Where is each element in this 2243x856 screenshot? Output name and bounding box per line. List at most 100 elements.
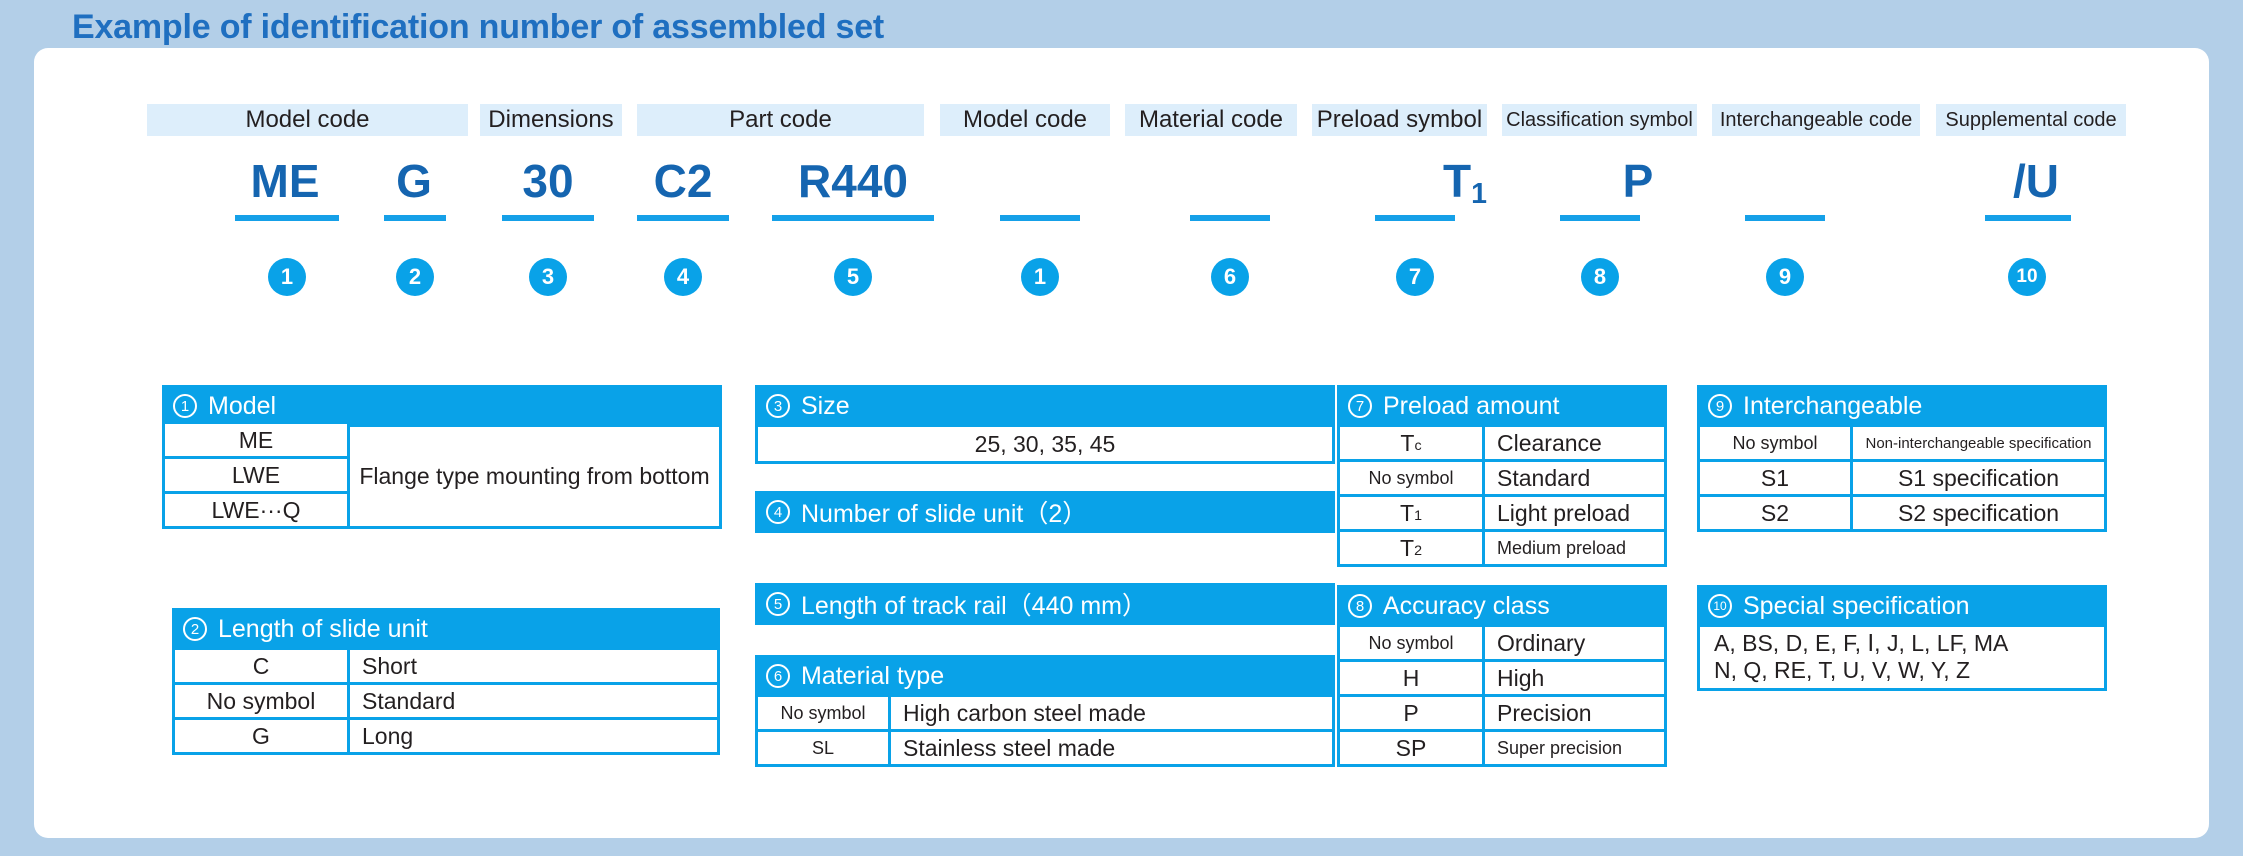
table-accuracy-header: 8 Accuracy class	[1340, 588, 1664, 624]
badge-1: 1	[268, 258, 306, 296]
cell-value: Short	[350, 650, 717, 682]
cell-value: Non-interchangeable specification	[1853, 427, 2104, 459]
code-value-slide-count: C2	[653, 155, 713, 207]
cell-key: Tc	[1340, 427, 1482, 459]
preload-subscript: 1	[1471, 178, 1487, 211]
table-interchangeable-title: Interchangeable	[1743, 391, 1923, 420]
code-underline-9	[1560, 215, 1640, 221]
key-subscript: c	[1414, 438, 1422, 455]
table-rail-length: 5 Length of track rail（440 mm）	[755, 583, 1335, 625]
code-underline-2	[384, 215, 446, 221]
cell-key: No symbol	[1340, 627, 1482, 659]
table-model-header: 1 Model	[165, 388, 719, 424]
page-title: Example of identification number of asse…	[72, 8, 885, 46]
badge-2: 2	[396, 258, 434, 296]
table-accuracy-title: Accuracy class	[1383, 591, 1550, 620]
table-special-badge: 10	[1708, 594, 1732, 618]
cell-value: Ordinary	[1485, 627, 1664, 659]
badge-3: 3	[529, 258, 567, 296]
table-row: G Long	[175, 720, 717, 752]
cell-key: T2	[1340, 532, 1482, 564]
cell-key: SL	[758, 732, 888, 764]
table-slide-count-header: 4 Number of slide unit（2）	[758, 494, 1332, 530]
table-interchangeable-body: No symbol Non-interchangeable specificat…	[1700, 427, 2104, 529]
cell-value: High	[1485, 662, 1664, 694]
table-slide-count-title: Number of slide unit（2）	[801, 500, 1088, 528]
key-base: T	[1400, 534, 1415, 561]
badge-5: 5	[834, 258, 872, 296]
cell-value: Stainless steel made	[891, 732, 1332, 764]
table-accuracy-badge: 8	[1348, 594, 1372, 618]
code-label-model-code-2: Model code	[940, 104, 1110, 136]
code-value-accuracy: P	[1622, 155, 1654, 207]
code-underline-1	[235, 215, 339, 221]
table-accuracy-body: No symbol Ordinary H High P Precision SP…	[1340, 627, 1664, 764]
code-value-rail-length: R440	[798, 155, 908, 207]
code-value-slide-length: G	[396, 155, 432, 207]
cell-value: Precision	[1485, 697, 1664, 729]
code-underline-11	[1985, 215, 2071, 221]
badge-6-model: 1	[1021, 258, 1059, 296]
table-row: S1 S1 specification	[1700, 462, 2104, 494]
table-interchangeable: 9 Interchangeable No symbol Non-intercha…	[1697, 385, 2107, 532]
table-slide-length-body: C Short No symbol Standard G Long	[175, 650, 717, 752]
special-line-1: A, BS, D, E, F, Ⅰ, J, L, LF, MA	[1714, 630, 2009, 656]
code-underline-7	[1190, 215, 1270, 221]
table-row: LWE···Q	[165, 494, 347, 526]
table-interchangeable-badge: 9	[1708, 394, 1732, 418]
table-rail-length-badge: 5	[766, 592, 790, 616]
table-model-body: ME LWE LWE···Q Flange type mounting from…	[165, 424, 719, 526]
badge-11-special: 10	[2008, 258, 2046, 296]
cell-value: S1 specification	[1853, 462, 2104, 494]
table-row: Tc Clearance	[1340, 427, 1664, 459]
table-special-title: Special specification	[1743, 591, 1970, 620]
cell-value: Medium preload	[1485, 532, 1664, 564]
key-subscript: 1	[1414, 508, 1422, 525]
table-rail-length-title: Length of track rail（440 mm）	[801, 592, 1147, 620]
code-label-supplemental-code: Supplemental code	[1936, 104, 2126, 136]
table-row: LWE	[165, 459, 347, 491]
cell-key: P	[1340, 697, 1482, 729]
table-preload-badge: 7	[1348, 394, 1372, 418]
cell-value: Clearance	[1485, 427, 1664, 459]
table-slide-count: 4 Number of slide unit（2）	[755, 491, 1335, 533]
badge-10-interchangeable: 9	[1766, 258, 1804, 296]
code-label-classification-symbol: Classification symbol	[1502, 104, 1697, 136]
cell-key: S1	[1700, 462, 1850, 494]
code-value-preload: T1	[1420, 158, 1510, 209]
table-slide-count-badge: 4	[766, 500, 790, 524]
cell-value: S2 specification	[1853, 497, 2104, 529]
identification-number-diagram: Example of identification number of asse…	[0, 0, 2243, 856]
table-slide-length-badge: 2	[183, 617, 207, 641]
code-label-material-code: Material code	[1125, 104, 1297, 136]
badge-8-preload: 7	[1396, 258, 1434, 296]
code-label-part-code: Part code	[637, 104, 924, 136]
table-size-header: 3 Size	[758, 388, 1332, 424]
table-slide-length-header: 2 Length of slide unit	[175, 611, 717, 647]
code-value-special: /U	[2013, 155, 2059, 207]
badge-7-material: 6	[1211, 258, 1249, 296]
cell-key: G	[175, 720, 347, 752]
table-special-header: 10 Special specification	[1700, 588, 2104, 624]
code-underline-10	[1745, 215, 1825, 221]
table-special: 10 Special specification A, BS, D, E, F,…	[1697, 585, 2107, 692]
badge-4: 4	[664, 258, 702, 296]
table-size-badge: 3	[766, 394, 790, 418]
cell-key: H	[1340, 662, 1482, 694]
code-underline-5	[772, 215, 934, 221]
cell-value: Light preload	[1485, 497, 1664, 529]
code-underline-3	[502, 215, 594, 221]
table-material-badge: 6	[766, 664, 790, 688]
table-preload-body: Tc Clearance No symbol Standard T1 Light…	[1340, 427, 1664, 564]
table-row: S2 S2 specification	[1700, 497, 2104, 529]
table-preload: 7 Preload amount Tc Clearance No symbol …	[1337, 385, 1667, 567]
table-model-merged-value: Flange type mounting from bottom	[350, 427, 719, 526]
table-row: T1 Light preload	[1340, 497, 1664, 529]
table-size: 3 Size 25, 30, 35, 45	[755, 385, 1335, 464]
table-row: P Precision	[1340, 697, 1664, 729]
cell-value: Standard	[350, 685, 717, 717]
table-slide-length: 2 Length of slide unit C Short No symbol…	[172, 608, 720, 755]
cell-key: C	[175, 650, 347, 682]
table-row: No symbol High carbon steel made	[758, 697, 1332, 729]
table-accuracy: 8 Accuracy class No symbol Ordinary H Hi…	[1337, 585, 1667, 767]
